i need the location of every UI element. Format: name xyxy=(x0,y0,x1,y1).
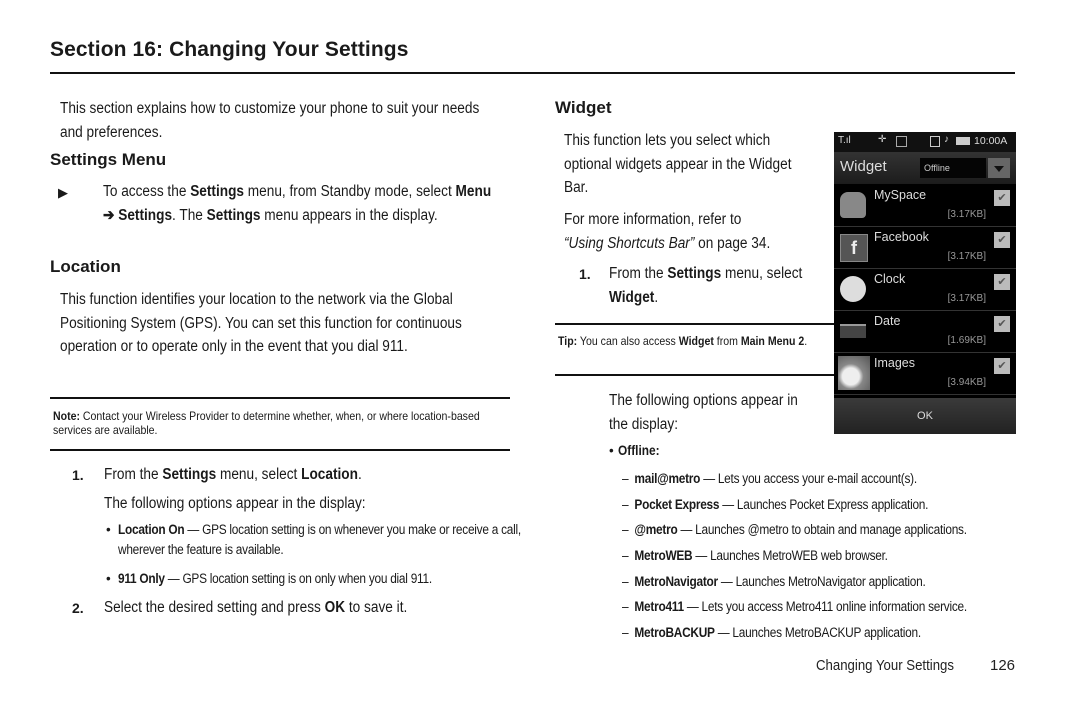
step-number: 1. xyxy=(579,266,591,282)
phone-screenshot: T.ıl ✛ ♪ 10:00A Widget Offline MySpace [… xyxy=(834,132,1016,434)
music-icon: ♪ xyxy=(944,134,949,145)
footer-section-name: Changing Your Settings xyxy=(816,657,954,674)
checkbox-checked[interactable]: ✔ xyxy=(994,190,1010,206)
checkbox-checked[interactable]: ✔ xyxy=(994,232,1010,248)
widget-row-myspace[interactable]: MySpace [3.17KB] ✔ xyxy=(834,184,1016,227)
widget-description: This function lets you select which opti… xyxy=(564,132,792,196)
widget-row-date[interactable]: Date [1.69KB] ✔ xyxy=(834,310,1016,353)
offline-item: – MetroNavigator — Launches MetroNavigat… xyxy=(622,573,926,589)
mode-dropdown[interactable]: Offline xyxy=(920,158,986,178)
widget-screen-title: Widget xyxy=(840,158,887,175)
clock-icon xyxy=(840,276,866,302)
step-number: 2. xyxy=(72,600,84,616)
status-time: 10:00A xyxy=(974,135,1008,147)
battery-icon xyxy=(956,137,970,145)
location-option: • Location On — GPS location setting is … xyxy=(106,522,521,557)
offline-items-list: – mail@metro — Lets you access your e-ma… xyxy=(622,469,1042,649)
offline-item: – Pocket Express — Launches Pocket Expre… xyxy=(622,496,929,512)
ok-button[interactable]: OK xyxy=(834,398,1016,434)
widget-row-clock[interactable]: Clock [3.17KB] ✔ xyxy=(834,268,1016,311)
settings-menu-heading: Settings Menu xyxy=(50,150,167,169)
checkbox-checked[interactable]: ✔ xyxy=(994,358,1010,374)
page-number: 126 xyxy=(990,657,1016,674)
location-option: • 911 Only — GPS location setting is on … xyxy=(106,571,432,586)
note-top-rule xyxy=(50,397,510,399)
tip-top-rule xyxy=(555,323,835,325)
bluetooth-icon xyxy=(930,136,940,147)
date-icon xyxy=(840,324,866,338)
location-step-1: From the Settings menu, select Location. xyxy=(104,466,362,483)
images-icon xyxy=(838,356,870,390)
location-step-2: Select the desired setting and press OK … xyxy=(104,599,408,616)
facebook-icon: f xyxy=(840,234,868,262)
gps-icon: ✛ xyxy=(878,134,887,145)
settings-menu-instruction: To access the Settings menu, from Standb… xyxy=(103,183,492,224)
myspace-icon xyxy=(840,192,866,218)
note-bottom-rule xyxy=(50,449,510,451)
offline-item: – @metro — Launches @metro to obtain and… xyxy=(622,522,967,538)
tip-bottom-rule xyxy=(555,374,835,376)
location-options-intro: The following options appear in the disp… xyxy=(104,495,366,512)
widget-row-facebook[interactable]: f Facebook [3.17KB] ✔ xyxy=(834,226,1016,269)
offline-option: • Offline: xyxy=(609,443,660,458)
widget-step-1: From the Settings menu, select Widget. xyxy=(609,265,803,306)
step-number: 1. xyxy=(72,467,84,483)
location-heading: Location xyxy=(50,257,121,276)
status-bar: T.ıl ✛ ♪ 10:00A xyxy=(834,132,1016,152)
signal-icon: T.ıl xyxy=(838,135,851,146)
intro-paragraph: This section explains how to customize y… xyxy=(60,100,480,141)
offline-item: – MetroBACKUP — Launches MetroBACKUP app… xyxy=(622,625,921,641)
checkbox-checked[interactable]: ✔ xyxy=(994,274,1010,290)
sim-icon xyxy=(896,136,907,147)
tip-box: Tip: You can also access Widget from Mai… xyxy=(558,334,808,348)
widget-screen-header: Widget Offline xyxy=(834,152,1016,184)
shortcuts-bar-reference-link[interactable]: “Using Shortcuts Bar” xyxy=(564,235,694,252)
offline-item: – MetroWEB — Launches MetroWEB web brows… xyxy=(622,548,888,564)
page-title: Section 16: Changing Your Settings xyxy=(50,38,409,61)
checkbox-checked[interactable]: ✔ xyxy=(994,316,1010,332)
bullet-arrow-icon: ▶ xyxy=(58,185,68,200)
location-description: This function identifies your location t… xyxy=(60,291,462,355)
widget-heading: Widget xyxy=(555,98,612,117)
title-divider xyxy=(50,72,1015,74)
chevron-down-icon[interactable] xyxy=(988,158,1010,178)
widget-row-images[interactable]: Images [3.94KB] ✔ xyxy=(834,352,1016,395)
offline-item: – mail@metro — Lets you access your e-ma… xyxy=(622,471,917,486)
widget-options-intro: The following options appear in the disp… xyxy=(609,392,798,433)
widget-more-info: For more information, refer to “Using Sh… xyxy=(564,211,771,252)
note-box: Note: Contact your Wireless Provider to … xyxy=(53,409,480,437)
offline-item: – Metro411 — Lets you access Metro411 on… xyxy=(622,599,967,615)
